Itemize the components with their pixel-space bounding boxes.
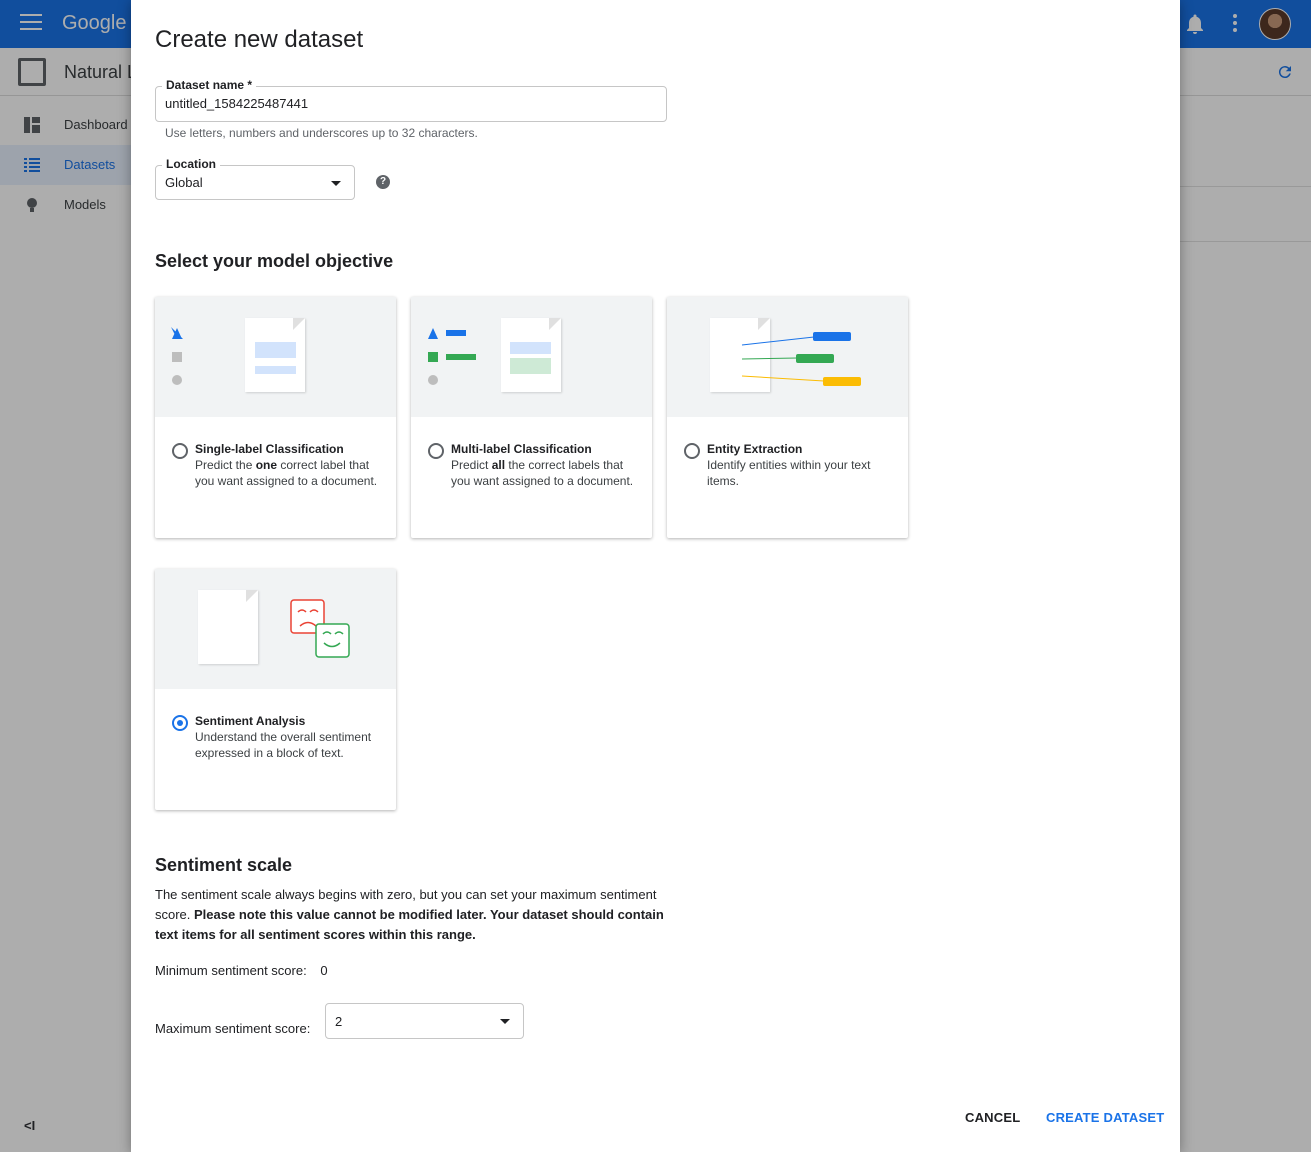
entity-extraction-illustration <box>667 297 908 417</box>
objective-heading: Select your model objective <box>155 251 394 271</box>
max-sentiment-select[interactable]: 2 <box>325 1003 524 1039</box>
background-table-header <box>1180 186 1311 242</box>
cancel-button[interactable]: CANCEL <box>965 1110 1020 1125</box>
sentiment-analysis-radio[interactable] <box>172 715 188 731</box>
min-sentiment-row: Minimum sentiment score: 0 <box>155 963 328 978</box>
dropdown-arrow-icon <box>500 1019 510 1024</box>
objective-card-multi-label[interactable]: Multi-label Classification Predict all t… <box>411 297 652 538</box>
card-description: Predict all the correct labels that you … <box>451 458 634 488</box>
dataset-name-label: Dataset name * <box>162 78 257 92</box>
collapse-sidebar-button[interactable]: <I <box>24 1118 35 1133</box>
location-value: Global <box>165 175 203 190</box>
sentiment-scale-heading: Sentiment scale <box>155 855 293 875</box>
dataset-name-field[interactable]: Dataset name * untitled_1584225487441 <box>155 78 667 122</box>
card-title: Entity Extraction <box>707 442 803 456</box>
card-title: Single-label Classification <box>195 442 344 456</box>
document-icon <box>245 318 305 392</box>
dataset-name-hint: Use letters, numbers and underscores up … <box>165 126 478 140</box>
objective-card-single-label[interactable]: Single-label Classification Predict the … <box>155 297 396 538</box>
sentiment-analysis-illustration <box>155 569 396 689</box>
multi-label-illustration <box>411 297 652 417</box>
objective-card-sentiment-analysis[interactable]: Sentiment Analysis Understand the overal… <box>155 569 396 810</box>
create-dataset-button[interactable]: CREATE DATASET <box>1046 1110 1164 1125</box>
entity-extraction-radio[interactable] <box>684 443 700 459</box>
card-description: Understand the overall sentiment express… <box>195 730 372 760</box>
max-sentiment-value: 2 <box>335 1014 343 1029</box>
min-sentiment-label: Minimum sentiment score: <box>155 963 307 978</box>
sentiment-scale-description: The sentiment scale always begins with z… <box>155 887 664 942</box>
card-title: Sentiment Analysis <box>195 714 306 728</box>
entity-extraction-graphic <box>741 332 861 386</box>
multi-label-radio[interactable] <box>428 443 444 459</box>
single-label-illustration <box>155 297 396 417</box>
location-select[interactable]: Location Global <box>155 157 355 200</box>
card-description: Identify entities within your text items… <box>707 458 871 488</box>
help-icon[interactable]: ? <box>376 175 390 189</box>
max-sentiment-label: Maximum sentiment score: <box>155 1021 311 1036</box>
single-label-radio[interactable] <box>172 443 188 459</box>
card-title: Multi-label Classification <box>451 442 592 456</box>
objective-card-entity-extraction[interactable]: Entity Extraction Identify entities with… <box>667 297 908 538</box>
create-dataset-dialog: Create new dataset Dataset name * untitl… <box>131 0 1180 1152</box>
card-description: Predict the one correct label that you w… <box>195 458 378 488</box>
dataset-name-value[interactable]: untitled_1584225487441 <box>165 96 308 111</box>
sentiment-faces-graphic <box>290 599 350 658</box>
document-icon <box>501 318 561 392</box>
location-label: Location <box>162 157 220 171</box>
dropdown-arrow-icon <box>331 181 341 186</box>
dialog-title: Create new dataset <box>155 26 364 53</box>
min-sentiment-value: 0 <box>320 963 328 978</box>
